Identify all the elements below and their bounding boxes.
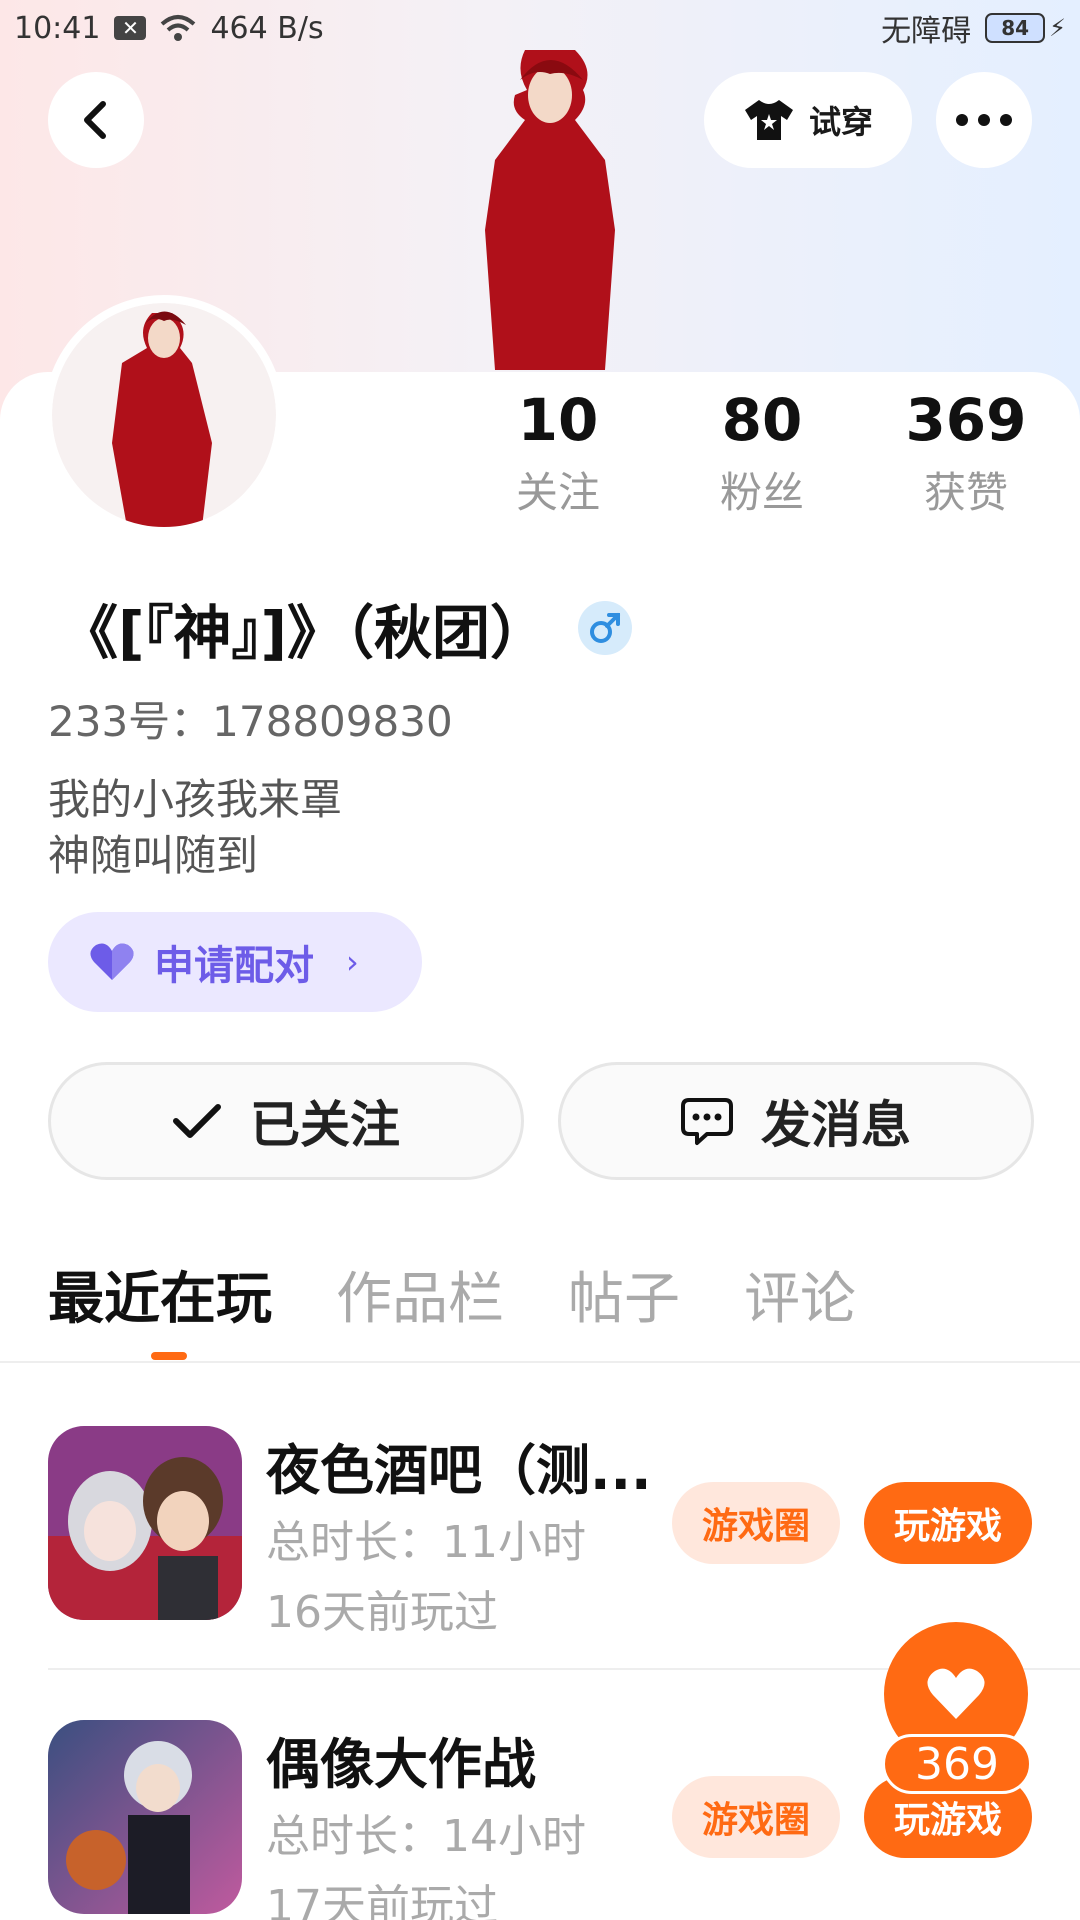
stat-likes[interactable]: 369 获赞 <box>866 385 1066 523</box>
play-game-button[interactable]: 玩游戏 <box>864 1482 1032 1564</box>
chat-bubble-icon <box>681 1098 733 1145</box>
checkmark-icon <box>173 1104 221 1138</box>
following-count: 10 <box>517 386 599 454</box>
tab-posts[interactable]: 帖子 <box>568 1262 680 1338</box>
followers-count: 80 <box>721 386 803 454</box>
tab-recently-played[interactable]: 最近在玩 <box>48 1262 272 1338</box>
game-last-played: 16天前玩过 <box>266 1587 498 1638</box>
tab-divider <box>0 1361 1080 1363</box>
accessibility-label: 无障碍 <box>881 14 972 49</box>
game-icon <box>48 1426 242 1620</box>
avatar[interactable] <box>44 295 284 535</box>
back-button[interactable] <box>48 72 144 168</box>
game-last-played: 17天前玩过 <box>266 1881 498 1920</box>
apply-pair-label: 申请配对 <box>154 943 314 989</box>
male-gender-icon <box>578 601 633 655</box>
likes-label: 获赞 <box>923 468 1008 517</box>
game-circle-button[interactable]: 游戏圈 <box>672 1776 840 1858</box>
send-message-button[interactable]: 发消息 <box>558 1062 1034 1180</box>
battery-indicator: 84 ⚡ <box>985 13 1066 43</box>
more-dots-icon <box>956 114 1012 126</box>
stat-followers[interactable]: 80 粉丝 <box>662 385 862 523</box>
likes-count: 369 <box>905 386 1027 454</box>
user-id: 233号：178809830 <box>48 697 453 746</box>
status-time: 10:41 <box>14 10 101 46</box>
game-title: 夜色酒吧（测... <box>266 1439 652 1502</box>
floating-like-count: 369 <box>882 1734 1032 1794</box>
avatar-figure <box>112 311 212 527</box>
bio-line: 神随叫随到 <box>48 831 259 880</box>
network-speed: 464 B/s <box>210 10 324 46</box>
character-figure <box>485 50 615 370</box>
following-label: 关注 <box>515 468 600 517</box>
heart-icon <box>90 943 134 980</box>
chevron-right-icon: › <box>346 943 359 981</box>
followers-label: 粉丝 <box>719 468 804 517</box>
tab-works[interactable]: 作品栏 <box>336 1262 504 1338</box>
status-bar: 10:41 ✕ 464 B/s 无障碍 84 ⚡ <box>0 0 1080 56</box>
apply-pair-button[interactable]: 申请配对 › <box>48 912 422 1012</box>
stat-following[interactable]: 10 关注 <box>458 385 658 523</box>
tshirt-icon <box>744 100 793 140</box>
active-tab-indicator <box>151 1352 187 1360</box>
tab-comments[interactable]: 评论 <box>744 1262 856 1338</box>
profile-name-row: 《[『神』]》（秋团） <box>60 586 633 670</box>
followed-label: 已关注 <box>250 1096 400 1154</box>
followed-button[interactable]: 已关注 <box>48 1062 524 1180</box>
battery-level: 84 <box>985 13 1046 43</box>
profile-name: 《[『神』]》（秋团） <box>60 599 549 667</box>
charging-icon: ⚡ <box>1049 14 1066 42</box>
profile-tabs: 最近在玩 作品栏 帖子 评论 <box>48 1262 856 1338</box>
try-on-button[interactable]: 试穿 <box>704 72 912 168</box>
wifi-icon <box>161 15 196 41</box>
try-on-label: 试穿 <box>808 103 873 141</box>
game-duration: 总时长：11小时 <box>266 1517 586 1568</box>
send-message-label: 发消息 <box>761 1096 911 1154</box>
game-title: 偶像大作战 <box>266 1733 536 1796</box>
game-circle-button[interactable]: 游戏圈 <box>672 1482 840 1564</box>
more-button[interactable] <box>936 72 1032 168</box>
back-arrow-icon <box>84 101 106 139</box>
game-duration: 总时长：14小时 <box>266 1811 586 1862</box>
notification-icon: ✕ <box>114 16 147 40</box>
bio-line: 我的小孩我来罩 <box>48 775 343 824</box>
heart-icon <box>927 1668 985 1719</box>
game-icon <box>48 1720 242 1914</box>
bio: 我的小孩我来罩 神随叫随到 <box>48 772 342 884</box>
